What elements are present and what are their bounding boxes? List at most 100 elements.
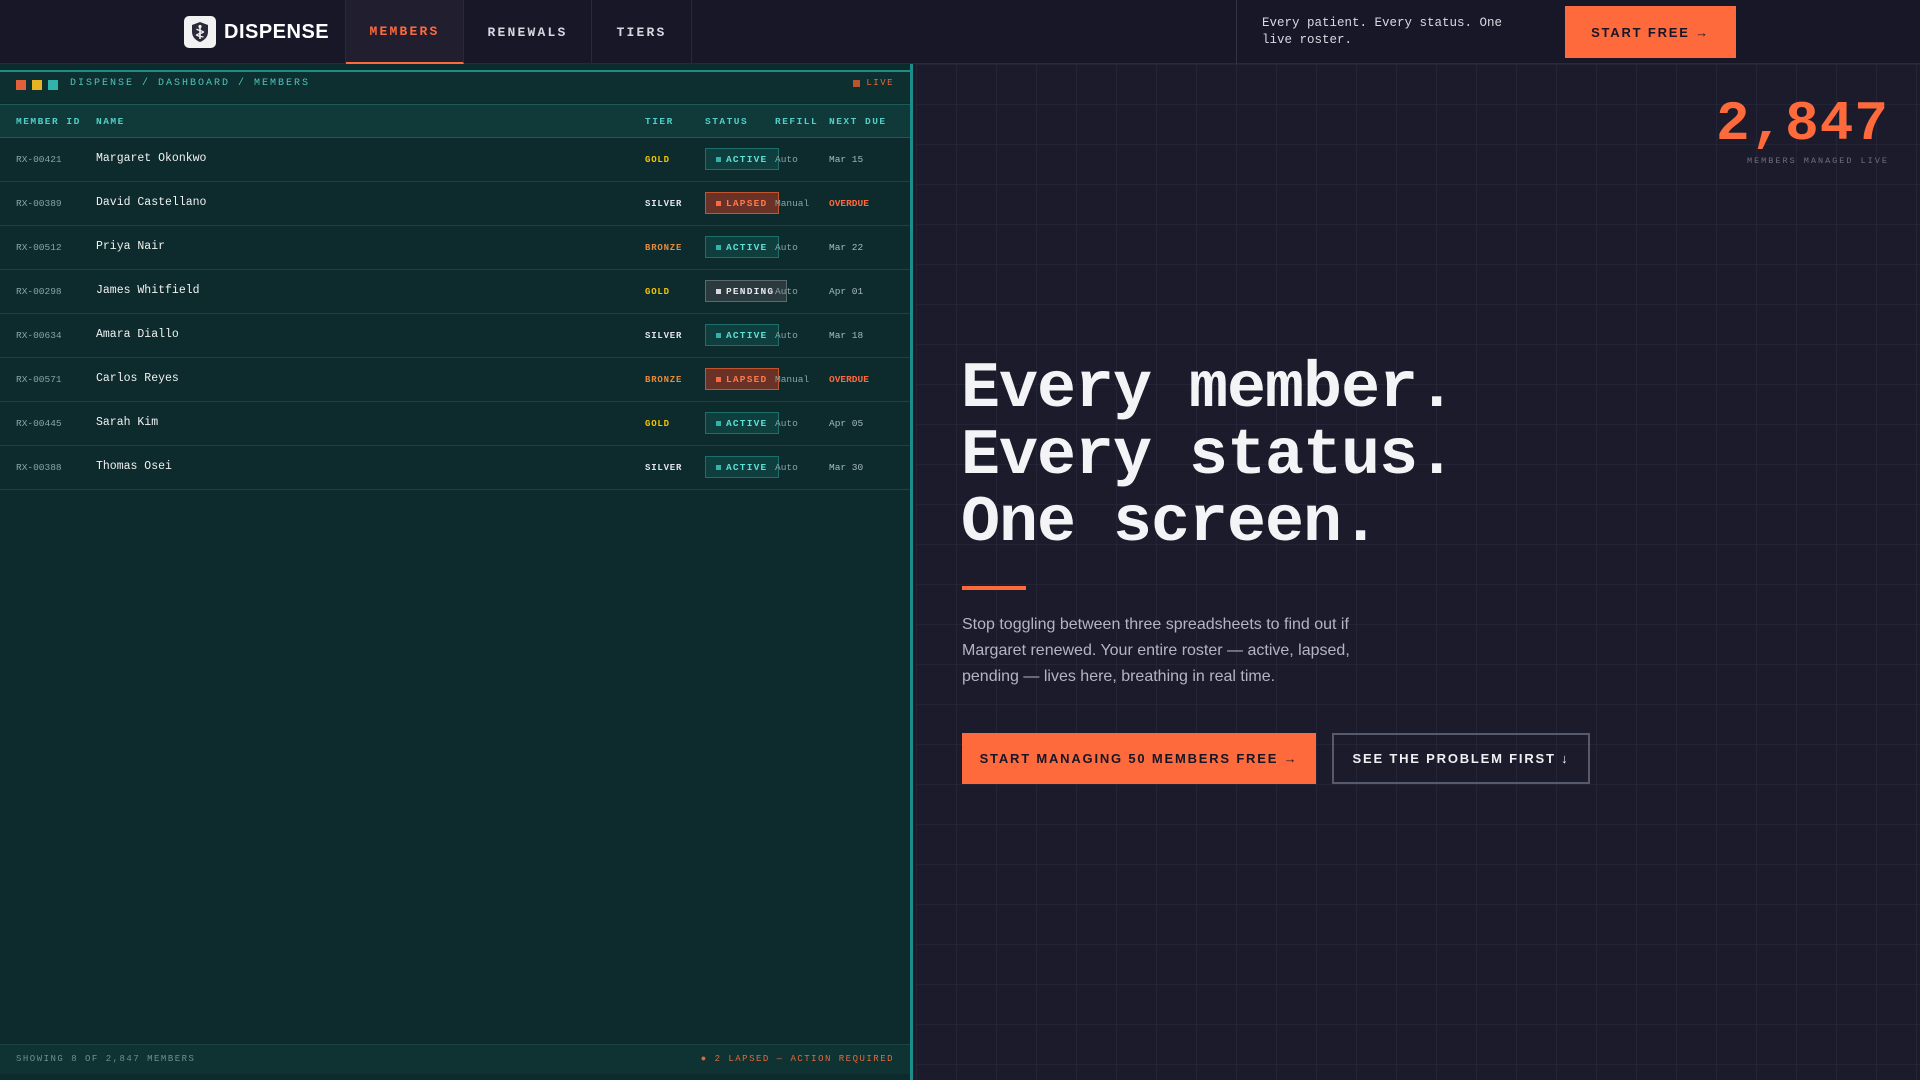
counter-label: MEMBERS MANAGED LIVE: [1746, 156, 1889, 166]
next-due: Apr 05: [829, 418, 864, 429]
member-name[interactable]: Thomas Osei: [96, 460, 172, 473]
status-dot-icon: [716, 200, 721, 206]
dashboard-footer: SHOWING 8 OF 2,847 MEMBERS ● 2 LAPSED — …: [0, 1044, 910, 1074]
status-badge[interactable]: ACTIVE: [705, 412, 779, 434]
nav-divider: [1236, 0, 1237, 64]
member-id: RX-00388: [16, 462, 62, 473]
member-name[interactable]: James Whitfield: [96, 284, 200, 297]
window-dot-yellow: [32, 80, 42, 90]
table-row[interactable]: RX-00634 Amara Diallo SILVER ACTIVE Auto Mar …: [0, 314, 910, 358]
window-dots: [16, 80, 58, 90]
counter-value: 2,847: [1715, 92, 1889, 156]
refill-mode: Auto: [775, 462, 798, 473]
brand[interactable]: DISPENSE: [184, 16, 329, 48]
tier-label: GOLD: [645, 155, 670, 165]
headline-line-2: Every status.: [961, 419, 1456, 493]
next-due: Mar 22: [829, 242, 864, 253]
table-row[interactable]: RX-00389 David Castellano SILVER LAPSED Manu…: [0, 182, 910, 226]
headline-line-3: One screen.: [961, 486, 1380, 560]
top-nav: DISPENSE MEMBERS RENEWALS TIERS Every pa…: [0, 0, 1920, 64]
member-name[interactable]: Margaret Okonkwo: [96, 152, 206, 165]
column-status[interactable]: STATUS: [705, 116, 748, 127]
hero-headline: Every member. Every status. One screen.: [961, 352, 1456, 560]
status-dot-icon: [716, 288, 721, 294]
member-id: RX-00389: [16, 198, 62, 209]
dashboard-titlebar: DISPENSE / DASHBOARD / MEMBERS LIVE: [0, 70, 910, 103]
status-label: ACTIVE: [726, 241, 768, 253]
status-dot-icon: [716, 244, 721, 250]
tier-label: GOLD: [645, 419, 670, 429]
member-name[interactable]: Carlos Reyes: [96, 372, 179, 385]
refill-mode: Auto: [775, 242, 798, 253]
status-dot-icon: [716, 464, 721, 470]
member-name[interactable]: David Castellano: [96, 196, 206, 209]
status-badge[interactable]: ACTIVE: [705, 456, 779, 478]
refill-mode: Auto: [775, 286, 798, 297]
brand-name: DISPENSE: [224, 20, 330, 43]
column-next-due[interactable]: NEXT DUE: [829, 116, 887, 127]
tab-members[interactable]: MEMBERS: [346, 0, 464, 64]
member-id: RX-00571: [16, 374, 62, 385]
tier-label: BRONZE: [645, 375, 683, 385]
status-dot-icon: [716, 332, 721, 338]
hero-subcopy: Stop toggling between three spreadsheets…: [962, 616, 1350, 685]
status-label: ACTIVE: [726, 417, 768, 429]
window-dot-orange: [16, 80, 26, 90]
nav-tabs: MEMBERS RENEWALS TIERS: [345, 0, 692, 64]
members-dashboard: DISPENSE / DASHBOARD / MEMBERS LIVE MEMB…: [0, 64, 913, 1080]
tier-label: SILVER: [645, 463, 683, 473]
status-badge[interactable]: LAPSED: [705, 368, 779, 390]
tier-label: BRONZE: [645, 243, 683, 253]
start-free-button[interactable]: START FREE →: [1565, 6, 1736, 58]
live-label: LIVE: [866, 78, 894, 88]
column-tier[interactable]: TIER: [645, 116, 674, 127]
breadcrumb: DISPENSE / DASHBOARD / MEMBERS: [70, 78, 311, 89]
refill-mode: Manual: [775, 374, 810, 385]
live-dot-icon: [853, 79, 861, 87]
next-due: OVERDUE: [829, 198, 869, 209]
member-id: RX-00634: [16, 330, 62, 341]
status-badge[interactable]: ACTIVE: [705, 236, 779, 258]
tier-label: SILVER: [645, 199, 683, 209]
table-row[interactable]: RX-00421 Margaret Okonkwo GOLD ACTIVE Auto Ma…: [0, 138, 910, 182]
table-row[interactable]: RX-00298 James Whitfield GOLD PENDING Auto Ap…: [0, 270, 910, 314]
table-row[interactable]: RX-00388 Thomas Osei SILVER ACTIVE Auto Mar 3…: [0, 446, 910, 490]
status-label: PENDING: [726, 285, 775, 297]
table-row[interactable]: RX-00445 Sarah Kim GOLD ACTIVE Auto Apr 05: [0, 402, 910, 446]
window-dot-teal: [48, 80, 58, 90]
status-dot-icon: [716, 156, 721, 162]
live-indicator: LIVE: [853, 78, 894, 88]
member-name[interactable]: Sarah Kim: [96, 416, 158, 429]
next-due: Mar 18: [829, 330, 864, 341]
table-row[interactable]: RX-00512 Priya Nair BRONZE ACTIVE Auto Mar 22: [0, 226, 910, 270]
start-managing-button[interactable]: START MANAGING 50 MEMBERS FREE →: [962, 733, 1316, 784]
next-due: Mar 15: [829, 154, 864, 165]
tab-renewals[interactable]: RENEWALS: [464, 0, 592, 64]
tier-label: GOLD: [645, 287, 670, 297]
status-dot-icon: [716, 376, 721, 382]
lapsed-alert[interactable]: ● 2 LAPSED — ACTION REQUIRED: [701, 1054, 894, 1064]
see-problem-button[interactable]: SEE THE PROBLEM FIRST ↓: [1332, 733, 1590, 784]
headline-line-1: Every member.: [961, 352, 1456, 426]
status-label: ACTIVE: [726, 153, 768, 165]
live-counter: 2,847 MEMBERS MANAGED LIVE: [1716, 94, 1889, 166]
member-id: RX-00421: [16, 154, 62, 165]
member-name[interactable]: Priya Nair: [96, 240, 165, 253]
member-name[interactable]: Amara Diallo: [96, 328, 179, 341]
column-member-id[interactable]: MEMBER ID: [16, 116, 81, 127]
member-id: RX-00512: [16, 242, 62, 253]
status-badge[interactable]: ACTIVE: [705, 148, 779, 170]
tab-tiers[interactable]: TIERS: [592, 0, 692, 64]
status-badge[interactable]: LAPSED: [705, 192, 779, 214]
status-label: LAPSED: [726, 373, 768, 385]
member-id: RX-00298: [16, 286, 62, 297]
table-row[interactable]: RX-00571 Carlos Reyes BRONZE LAPSED Manual OV…: [0, 358, 910, 402]
hero: 2,847 MEMBERS MANAGED LIVE Every member.…: [916, 64, 1920, 1080]
showing-count: SHOWING 8 OF 2,847 MEMBERS: [16, 1054, 196, 1064]
column-name[interactable]: NAME: [96, 116, 125, 127]
refill-mode: Auto: [775, 418, 798, 429]
next-due: Mar 30: [829, 462, 864, 473]
column-refill[interactable]: REFILL: [775, 116, 818, 127]
status-badge[interactable]: ACTIVE: [705, 324, 779, 346]
table-body: RX-00421 Margaret Okonkwo GOLD ACTIVE Auto Ma…: [0, 138, 910, 490]
